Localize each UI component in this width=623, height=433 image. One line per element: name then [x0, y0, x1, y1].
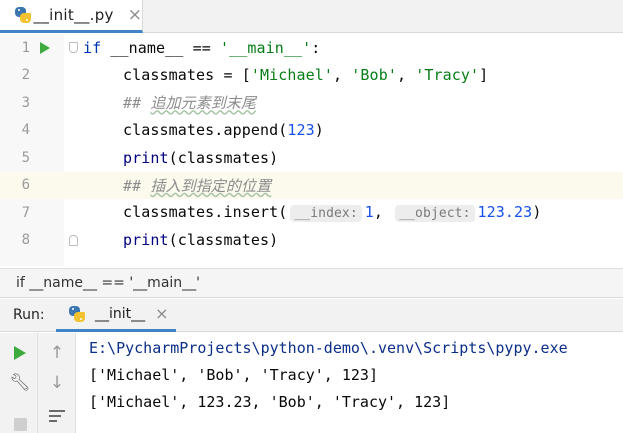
code-token: (classmates): [168, 148, 279, 167]
editor-tab-init-py[interactable]: __init__.py ×: [0, 0, 143, 33]
code-token: classmates.append(: [123, 121, 288, 140]
comment-prefix: ##: [123, 176, 151, 195]
breadcrumb-item[interactable]: if __name__ == '__main__': [16, 275, 200, 291]
stop-button[interactable]: [9, 413, 31, 433]
python-run-icon: [68, 305, 86, 323]
code-token: ,: [396, 66, 416, 85]
scroll-up-button[interactable]: ↑: [46, 342, 68, 364]
string-token: 'Michael': [250, 66, 334, 85]
code-text: ## 插入到指定的位置: [83, 175, 271, 196]
parameter-hint: __index:: [290, 205, 362, 223]
code-token: __name__ ==: [101, 38, 220, 57]
console-output[interactable]: E:\PycharmProjects\python-demo\.venv\Scr…: [77, 333, 623, 433]
arrow-up-icon: ↑: [49, 342, 65, 363]
code-token: classmates = [: [123, 66, 251, 85]
code-line[interactable]: 4 classmates.append(123): [0, 117, 623, 145]
code-token: ,: [333, 66, 352, 85]
close-icon[interactable]: ×: [155, 306, 168, 322]
run-gutter-icon[interactable]: [40, 42, 50, 54]
line-number: 6: [21, 177, 30, 194]
keyword-token: if: [83, 38, 102, 57]
stop-icon: [13, 417, 27, 431]
run-tab-init[interactable]: __init__ ×: [56, 299, 176, 332]
code-text: classmates.append(123): [83, 121, 324, 139]
breadcrumb[interactable]: if __name__ == '__main__': [0, 268, 623, 298]
run-toolbar-secondary: ↑ ↓: [38, 333, 76, 433]
code-line[interactable]: 7 classmates.insert(__index: 1, __object:…: [0, 199, 623, 227]
code-token: ): [314, 121, 324, 140]
number-token: 123.23: [477, 203, 533, 222]
code-text: print(classmates): [83, 149, 278, 167]
comment-prefix: ##: [123, 94, 151, 113]
code-token: classmates.insert(: [123, 203, 288, 222]
line-number: 7: [21, 204, 30, 221]
code-line[interactable]: 1 if __name__ == '__main__':: [0, 34, 623, 62]
code-line[interactable]: 3 ## 追加元素到末尾: [0, 89, 623, 117]
soft-wrap-icon: [49, 409, 65, 423]
console-line: ['Michael', 123.23, 'Bob', 'Tracy', 123]: [89, 393, 451, 411]
builtin-token: print: [123, 231, 169, 250]
comment-token: ## 追加元素到末尾: [123, 94, 256, 112]
line-number: 2: [21, 67, 30, 84]
run-panel-header: Run: __init__ ×: [0, 299, 623, 332]
string-token: 'Bob': [351, 66, 397, 85]
code-text: ## 追加元素到末尾: [83, 92, 256, 113]
code-line-current[interactable]: 6 ## 插入到指定的位置: [0, 171, 623, 199]
code-text: classmates.insert(__index: 1, __object: 12…: [83, 203, 542, 223]
console-line: ['Michael', 'Bob', 'Tracy', 123]: [89, 366, 378, 384]
line-number: 5: [21, 149, 30, 166]
fold-marker-icon[interactable]: [69, 234, 78, 246]
play-icon: [14, 346, 26, 360]
code-token: :: [311, 38, 321, 57]
code-editor[interactable]: 1 if __name__ == '__main__': 2 classmate…: [0, 34, 623, 266]
number-token: 1: [364, 203, 374, 222]
code-token: ]: [479, 66, 489, 85]
code-text: if __name__ == '__main__':: [83, 39, 320, 57]
code-token: ,: [373, 203, 393, 222]
code-token: ): [532, 203, 542, 222]
line-number: 8: [21, 232, 30, 249]
code-token: (classmates): [168, 231, 279, 250]
settings-button[interactable]: 🔧︎: [9, 372, 31, 394]
code-line[interactable]: 2 classmates = ['Michael', 'Bob', 'Tracy…: [0, 62, 623, 90]
run-toolbar-primary: 🔧︎: [0, 333, 38, 433]
code-line[interactable]: 8 print(classmates): [0, 227, 623, 255]
line-number: 4: [21, 122, 30, 139]
comment-token: ## 插入到指定的位置: [123, 177, 271, 195]
console-line: E:\PycharmProjects\python-demo\.venv\Scr…: [89, 339, 568, 357]
editor-tab-bar: __init__.py ×: [0, 0, 623, 33]
builtin-token: print: [123, 148, 169, 167]
close-icon[interactable]: ×: [128, 6, 142, 24]
number-token: 123: [287, 121, 315, 140]
rerun-button[interactable]: [9, 342, 31, 364]
code-line[interactable]: 5 print(classmates): [0, 144, 623, 172]
run-tab-label: __init__: [95, 306, 146, 322]
comment-text: 追加元素到末尾: [150, 94, 257, 113]
arrow-down-icon: ↓: [49, 372, 65, 393]
fold-marker-icon[interactable]: [69, 42, 78, 53]
line-number: 3: [21, 94, 30, 111]
run-panel-title: Run:: [13, 307, 45, 323]
editor-tab-label: __init__.py: [33, 6, 114, 24]
parameter-hint: __object:: [395, 205, 475, 223]
code-text: print(classmates): [83, 231, 278, 249]
scroll-down-button[interactable]: ↓: [46, 372, 68, 394]
python-file-icon: [14, 6, 31, 24]
soft-wrap-button[interactable]: [46, 405, 68, 427]
wrench-icon: 🔧︎: [9, 372, 31, 393]
code-text: classmates = ['Michael', 'Bob', 'Tracy']: [83, 66, 488, 84]
comment-text: 插入到指定的位置: [150, 176, 272, 195]
line-number: 1: [21, 39, 30, 56]
string-token: 'Tracy': [415, 66, 480, 85]
string-token: '__main__': [219, 38, 312, 57]
